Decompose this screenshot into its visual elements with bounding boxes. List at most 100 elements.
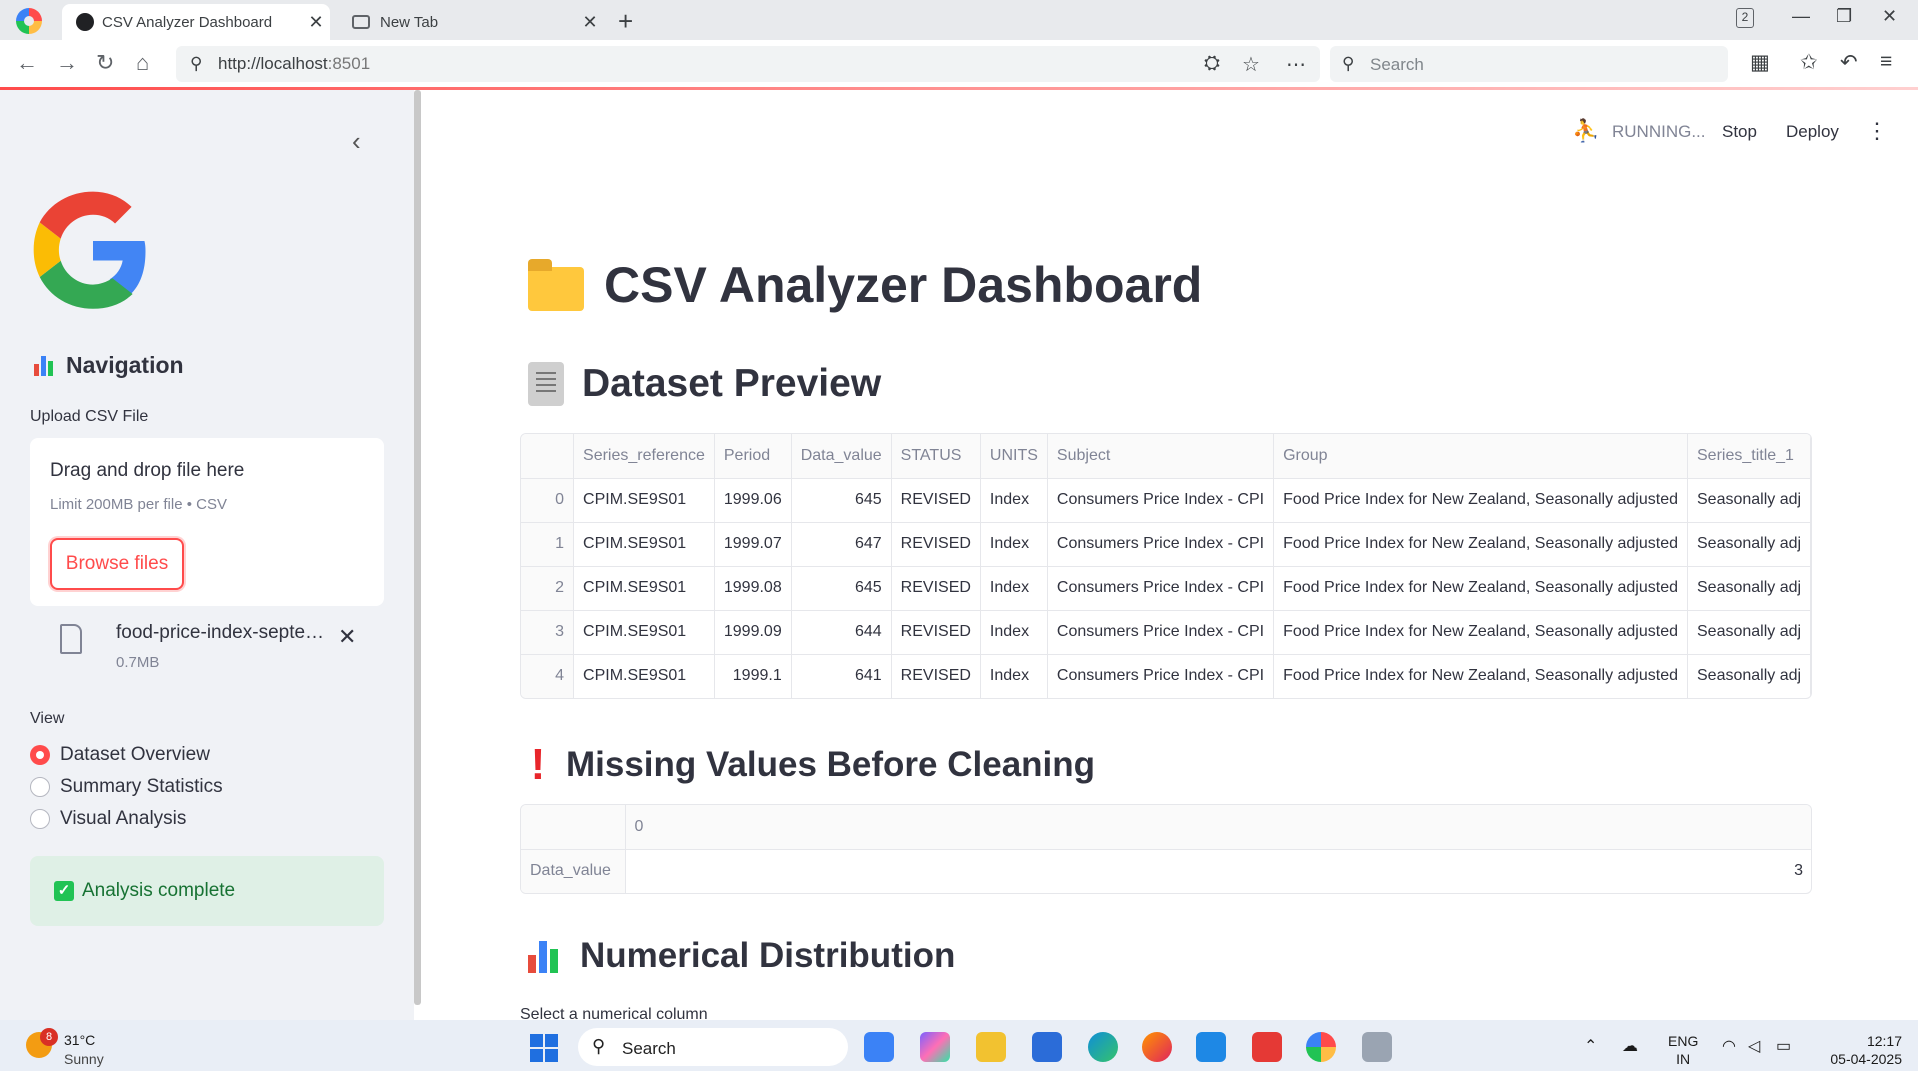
table-cell[interactable]: Consumers Price Index - CPI: [1047, 522, 1275, 567]
kebab-icon[interactable]: ⋮: [1866, 118, 1888, 144]
browser-search-input[interactable]: ⚲ Search: [1330, 46, 1728, 82]
workspaces-icon[interactable]: 2: [1736, 8, 1754, 28]
language-indicator[interactable]: ENG IN: [1668, 1032, 1698, 1068]
column-header[interactable]: Data_value: [791, 434, 892, 479]
apps-icon[interactable]: ▦: [1750, 50, 1770, 75]
table-cell[interactable]: Index: [980, 478, 1048, 523]
table-cell[interactable]: Food Price Index for New Zealand, Season…: [1273, 478, 1688, 523]
taskbar-search[interactable]: ⚲ Search: [578, 1028, 848, 1066]
star-icon[interactable]: ☆: [1242, 52, 1260, 77]
table-cell[interactable]: Index: [980, 566, 1048, 611]
history-icon[interactable]: ↶: [1840, 50, 1858, 75]
table-cell[interactable]: Index: [980, 654, 1048, 698]
address-bar[interactable]: ⚲ http://localhost:8501 ⛭ ☆ ⋯: [176, 46, 1320, 82]
table-cell[interactable]: CPIM.SE9S01: [573, 566, 715, 611]
missing-values-table[interactable]: 0 Data_value 3: [520, 804, 1812, 894]
favorites-icon[interactable]: ✩: [1800, 50, 1818, 75]
table-cell[interactable]: 644: [791, 610, 892, 655]
table-cell[interactable]: Food Price Index for New Zealand, Season…: [1273, 566, 1688, 611]
tab-new-tab[interactable]: New Tab ✕: [340, 4, 604, 40]
radio-visual-analysis[interactable]: Visual Analysis: [30, 808, 186, 830]
column-header[interactable]: STATUS: [891, 434, 981, 479]
table-cell[interactable]: 645: [791, 566, 892, 611]
copilot-icon[interactable]: [920, 1032, 950, 1062]
translate-icon[interactable]: ⛭: [1204, 52, 1220, 75]
reload-icon[interactable]: ↻: [96, 50, 114, 76]
firefox-icon[interactable]: [1142, 1032, 1172, 1062]
snipping-tool-icon[interactable]: [1362, 1032, 1392, 1062]
table-cell[interactable]: Food Price Index for New Zealand, Season…: [1273, 610, 1688, 655]
table-cell[interactable]: Seasonally adjusted: [1687, 478, 1811, 523]
column-header[interactable]: Series_title_1: [1687, 434, 1811, 479]
table-cell[interactable]: REVISED: [891, 566, 981, 611]
table-cell[interactable]: 641: [791, 654, 892, 698]
table-cell[interactable]: Consumers Price Index - CPI: [1047, 610, 1275, 655]
column-header[interactable]: Group: [1273, 434, 1688, 479]
table-cell[interactable]: Food Price Index for New Zealand, Season…: [1273, 654, 1688, 698]
notepad-icon[interactable]: [1032, 1032, 1062, 1062]
table-cell[interactable]: Consumers Price Index - CPI: [1047, 566, 1275, 611]
chevron-left-icon[interactable]: ‹: [352, 126, 361, 157]
close-tab-icon[interactable]: ✕: [302, 12, 330, 33]
column-header[interactable]: Series_reference: [573, 434, 715, 479]
column-header[interactable]: Subject: [1047, 434, 1275, 479]
table-cell[interactable]: Seasonally adjusted: [1687, 654, 1811, 698]
table-cell[interactable]: CPIM.SE9S01: [573, 522, 715, 567]
table-cell[interactable]: Seasonally adjusted: [1687, 610, 1811, 655]
browser-logo-icon[interactable]: [16, 8, 42, 34]
table-cell[interactable]: Index: [980, 610, 1048, 655]
radio-summary-statistics[interactable]: Summary Statistics: [30, 776, 223, 798]
volume-icon[interactable]: ◁: [1748, 1036, 1760, 1056]
close-window-icon[interactable]: ✕: [1882, 6, 1897, 27]
forward-icon[interactable]: →: [56, 50, 78, 76]
chevron-up-icon[interactable]: ⌃: [1584, 1036, 1597, 1056]
table-cell[interactable]: Food Price Index for New Zealand, Season…: [1273, 522, 1688, 567]
file-explorer-icon[interactable]: [976, 1032, 1006, 1062]
close-tab-icon[interactable]: ✕: [576, 12, 604, 33]
column-header[interactable]: Period: [714, 434, 792, 479]
table-cell[interactable]: 1999.1: [714, 654, 792, 698]
edge-icon[interactable]: [1088, 1032, 1118, 1062]
new-tab-icon[interactable]: +: [618, 6, 633, 37]
table-cell[interactable]: 3: [625, 849, 1811, 893]
battery-icon[interactable]: ▭: [1776, 1036, 1791, 1056]
clock[interactable]: 12:17 05-04-2025: [1812, 1032, 1902, 1068]
table-cell[interactable]: CPIM.SE9S01: [573, 654, 715, 698]
task-view-icon[interactable]: [864, 1032, 894, 1062]
stop-button[interactable]: Stop: [1722, 122, 1757, 142]
dataset-preview-table[interactable]: Series_reference Period Data_value STATU…: [520, 433, 1812, 699]
more-icon[interactable]: ⋯: [1286, 52, 1306, 77]
deploy-button[interactable]: Deploy: [1786, 122, 1839, 142]
windows-start-icon[interactable]: [530, 1034, 558, 1062]
table-cell[interactable]: Consumers Price Index - CPI: [1047, 478, 1275, 523]
vscode-icon[interactable]: [1196, 1032, 1226, 1062]
table-cell[interactable]: 1999.09: [714, 610, 792, 655]
sidebar-scrollbar[interactable]: [414, 90, 421, 1005]
table-cell[interactable]: Seasonally adjusted: [1687, 566, 1811, 611]
wps-icon[interactable]: [1252, 1032, 1282, 1062]
table-cell[interactable]: Seasonally adjusted: [1687, 522, 1811, 567]
minimize-icon[interactable]: —: [1792, 6, 1810, 27]
table-cell[interactable]: 1999.08: [714, 566, 792, 611]
table-cell[interactable]: REVISED: [891, 478, 981, 523]
back-icon[interactable]: ←: [16, 50, 38, 76]
table-cell[interactable]: 1999.06: [714, 478, 792, 523]
browse-files-button[interactable]: Browse files: [50, 538, 184, 590]
table-cell[interactable]: REVISED: [891, 654, 981, 698]
table-cell[interactable]: CPIM.SE9S01: [573, 610, 715, 655]
wifi-icon[interactable]: ◠: [1722, 1036, 1736, 1056]
table-cell[interactable]: 647: [791, 522, 892, 567]
table-cell[interactable]: CPIM.SE9S01: [573, 478, 715, 523]
close-icon[interactable]: ✕: [338, 624, 356, 650]
table-cell[interactable]: REVISED: [891, 610, 981, 655]
table-cell[interactable]: REVISED: [891, 522, 981, 567]
file-dropzone[interactable]: Drag and drop file here Limit 200MB per …: [30, 438, 384, 606]
menu-icon[interactable]: ≡: [1880, 50, 1892, 74]
table-cell[interactable]: Consumers Price Index - CPI: [1047, 654, 1275, 698]
table-cell[interactable]: 1999.07: [714, 522, 792, 567]
table-cell[interactable]: 645: [791, 478, 892, 523]
radio-dataset-overview[interactable]: Dataset Overview: [30, 744, 210, 766]
home-icon[interactable]: ⌂: [136, 50, 149, 76]
cloud-icon[interactable]: ☁: [1622, 1036, 1638, 1056]
restore-icon[interactable]: ❐: [1836, 6, 1852, 27]
